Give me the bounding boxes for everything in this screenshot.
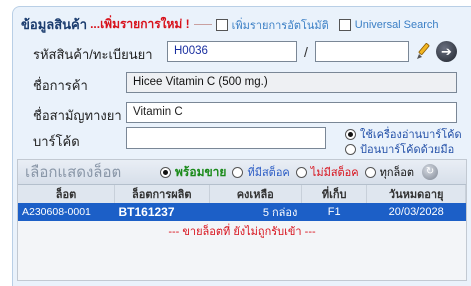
universal-search-checkbox[interactable]	[338, 18, 351, 31]
section-title: ข้อมูลสินค้า	[21, 17, 88, 32]
filter-no-stock-label: ไม่มีสต็อค	[310, 167, 359, 179]
go-button[interactable]: ➔	[436, 41, 457, 62]
barcode-input[interactable]	[126, 127, 326, 149]
registration-input[interactable]	[315, 41, 409, 62]
universal-search-option[interactable]: Universal Search	[338, 18, 439, 31]
location-cell: F1	[301, 203, 367, 221]
batch-cell: BT161237	[114, 203, 210, 221]
remaining-cell: 5 กล่อง	[209, 203, 302, 221]
manual-radio[interactable]	[345, 143, 356, 155]
unreceived-lot-note: --- ขายล็อตที่ ยังไม่ถูกรับเข้า ---	[168, 226, 316, 238]
filter-ready-label: พร้อมขาย	[175, 164, 227, 179]
trade-name-field: Hicee Vitamin C (500 mg.)	[126, 72, 457, 93]
col-lot[interactable]: ล็อต	[18, 185, 115, 203]
lot-title: เลือกแสดงล็อต	[25, 164, 122, 181]
filter-in-stock-radio[interactable]	[232, 166, 244, 178]
slash-separator: /	[304, 44, 308, 60]
lot-table-header: ล็อต ล็อตการผลิต คงเหลือ ที่เก็บ วันหมดอ…	[18, 185, 466, 203]
col-remaining[interactable]: คงเหลือ	[209, 185, 302, 203]
expiry-cell: 20/03/2028	[366, 203, 466, 221]
col-batch[interactable]: ล็อตการผลิต	[114, 185, 210, 203]
arrow-circle-icon: ➔	[441, 44, 452, 59]
generic-name-input[interactable]: Vitamin C	[126, 102, 457, 123]
auto-add-checkbox[interactable]	[215, 18, 228, 31]
filter-all-radio[interactable]	[364, 166, 376, 178]
filter-all-label: ทุกล็อต	[379, 167, 415, 179]
generic-name-label: ชื่อสามัญทางยา	[33, 108, 122, 123]
filter-no-stock[interactable]: ไม่มีสต็อค	[295, 163, 359, 181]
manual-radio-label: ป้อนบาร์โค้ดด้วยมือ	[360, 144, 455, 156]
lot-cell: A230608-0001	[18, 203, 115, 221]
pencil-icon[interactable]	[415, 42, 433, 62]
filter-ready-radio[interactable]	[160, 166, 171, 178]
filter-all[interactable]: ทุกล็อต	[364, 163, 415, 181]
barcode-label: บาร์โค้ด	[33, 134, 80, 149]
universal-search-label: Universal Search	[354, 18, 439, 31]
filter-in-stock-label: ที่มีสต็อค	[247, 167, 290, 179]
divider	[193, 24, 212, 25]
filter-no-stock-radio[interactable]	[295, 166, 307, 178]
filter-in-stock[interactable]: ที่มีสต็อค	[232, 163, 290, 181]
code-label: รหัสสินค้า/ทะเบียนยา	[33, 47, 153, 62]
scan-option-manual[interactable]: ป้อนบาร์โค้ดด้วยมือ	[345, 140, 454, 158]
header-row: ข้อมูลสินค้า ...เพิ่มรายการใหม่ ! เพิ่มร…	[21, 14, 439, 35]
lot-table: ล็อต ล็อตการผลิต คงเหลือ ที่เก็บ วันหมดอ…	[18, 185, 466, 221]
reader-radio[interactable]	[345, 128, 356, 140]
lot-header: เลือกแสดงล็อต พร้อมขาย ที่มีสต็อค ไม่มีส…	[18, 160, 466, 185]
lot-panel: เลือกแสดงล็อต พร้อมขาย ที่มีสต็อค ไม่มีส…	[17, 159, 467, 281]
trade-name-label: ชื่อการค้า	[33, 78, 88, 93]
refresh-icon[interactable]: ↻	[422, 164, 439, 180]
add-new-item-link[interactable]: ...เพิ่มรายการใหม่ !	[90, 15, 190, 34]
col-expiry[interactable]: วันหมดอายุ	[366, 185, 466, 203]
product-code-input[interactable]: H0036	[167, 41, 297, 62]
table-row[interactable]: A230608-0001 BT161237 5 กล่อง F1 20/03/2…	[18, 203, 466, 221]
filter-ready[interactable]: พร้อมขาย	[160, 163, 226, 182]
auto-add-label: เพิ่มรายการอัตโนมัติ	[231, 19, 329, 32]
col-location[interactable]: ที่เก็บ	[301, 185, 368, 203]
